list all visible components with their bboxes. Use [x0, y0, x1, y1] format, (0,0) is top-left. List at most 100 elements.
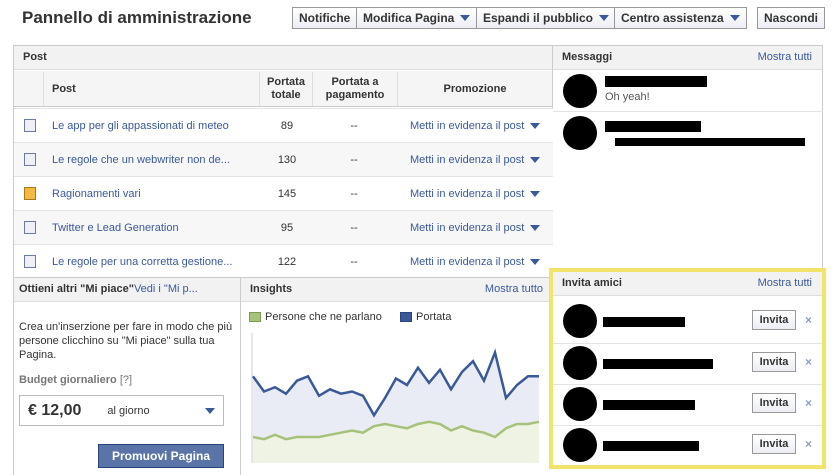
post-reach: 130 [277, 153, 297, 166]
budget-help-link[interactable]: [?] [120, 374, 132, 386]
insights-panel: Insights Mostra tutto Persone che ne par… [240, 277, 553, 475]
message-preview: Oh yeah! [605, 91, 650, 103]
table-row: Le app per gli appassionati di meteo 89 … [14, 108, 554, 142]
table-row: Le regole che un webwriter non de... 130… [14, 142, 554, 176]
post-title-link[interactable]: Le app per gli appassionati di meteo [52, 120, 252, 132]
expand-audience-label: Espandi il pubblico [483, 11, 594, 25]
boost-post-link[interactable]: Metti in evidenza il post [410, 154, 541, 166]
messages-panel: Messaggi Mostra tutti Oh yeah! [553, 45, 823, 277]
redacted-name [603, 359, 713, 369]
post-icon [24, 153, 36, 166]
insights-title: Insights [250, 283, 293, 295]
post-paid-reach: -- [350, 119, 358, 132]
likes-title: Ottieni altri "Mi piace" [19, 283, 134, 295]
redacted-name [605, 76, 707, 87]
table-row: Le regole per una corretta gestione... 1… [14, 244, 554, 278]
likes-panel: Ottieni altri "Mi piace"Vedi i "Mi p... … [13, 277, 240, 475]
chevron-down-icon [530, 156, 541, 163]
post-paid-reach: -- [350, 153, 358, 166]
promotion-column-header: Promozione [443, 82, 507, 95]
notifications-button[interactable]: Notifiche [292, 7, 358, 29]
avatar [563, 116, 597, 150]
hide-button[interactable]: Nascondi [757, 7, 826, 29]
boost-post-link[interactable]: Metti in evidenza il post [410, 256, 541, 268]
close-icon[interactable]: × [805, 437, 812, 451]
post-column-header: Post [44, 72, 260, 106]
chevron-down-icon [530, 122, 541, 129]
post-icon [24, 119, 36, 132]
insights-header: Insights Mostra tutto [241, 278, 553, 302]
edit-page-button[interactable]: Modifica Pagina [356, 7, 478, 29]
boost-post-link[interactable]: Metti in evidenza il post [410, 222, 541, 234]
invite-button[interactable]: Invita [752, 352, 796, 372]
table-row: Twitter e Lead Generation 95 -- Metti in… [14, 210, 554, 244]
boost-post-link[interactable]: Metti in evidenza il post [410, 188, 541, 200]
post-title-link[interactable]: Le regole per una corretta gestione... [52, 256, 252, 268]
redacted-name [603, 317, 685, 327]
help-center-label: Centro assistenza [621, 11, 724, 25]
messages-show-all-link[interactable]: Mostra tutti [758, 51, 812, 63]
messages-title: Messaggi [562, 51, 613, 63]
post-title-link[interactable]: Le regole che un webwriter non de... [52, 154, 252, 166]
budget-select[interactable]: € 12,00 al giorno [19, 395, 224, 426]
close-icon[interactable]: × [805, 396, 812, 410]
paid-reach-column-header: Portata a pagamento [313, 72, 398, 106]
budget-label: Budget giornaliero [?] [19, 374, 133, 386]
hide-label: Nascondi [764, 11, 819, 25]
legend-swatch [400, 312, 412, 322]
close-icon[interactable]: × [805, 355, 812, 369]
edit-page-label: Modifica Pagina [363, 11, 455, 25]
legend-item: Persone che ne parlano [249, 311, 382, 323]
post-icon [24, 221, 36, 234]
post-title-link[interactable]: Twitter e Lead Generation [52, 222, 252, 234]
posts-panel: Post Post Portata totale Portata a pagam… [13, 45, 554, 278]
chevron-down-icon [530, 190, 541, 197]
divider [553, 111, 823, 112]
invite-row: Invita × [553, 384, 822, 424]
chevron-down-icon [530, 224, 541, 231]
invite-panel: Invita amici Mostra tutti Invita × Invita ×… [549, 268, 826, 469]
post-paid-reach: -- [350, 221, 358, 234]
icon-column-header [14, 72, 44, 106]
budget-value: € 12,00 [28, 401, 82, 419]
redacted-name [605, 121, 701, 132]
insights-chart [251, 333, 540, 463]
likes-view-link[interactable]: Vedi i "Mi p... [134, 283, 198, 295]
post-title-link[interactable]: Ragionamenti vari [52, 188, 252, 200]
expand-audience-button[interactable]: Espandi il pubblico [476, 7, 617, 29]
photo-post-icon [24, 187, 36, 200]
post-reach: 89 [280, 119, 294, 132]
insights-show-all-link[interactable]: Mostra tutto [485, 283, 543, 295]
chevron-down-icon [460, 15, 471, 21]
chevron-down-icon [599, 15, 610, 21]
avatar [563, 387, 597, 421]
avatar [563, 74, 597, 108]
post-reach: 95 [280, 221, 294, 234]
post-paid-reach: -- [350, 255, 358, 268]
help-center-button[interactable]: Centro assistenza [614, 7, 747, 29]
post-icon [24, 255, 36, 268]
promote-page-button[interactable]: Promuovi Pagina [98, 444, 224, 468]
invite-header: Invita amici Mostra tutti [553, 272, 822, 296]
invite-show-all-link[interactable]: Mostra tutti [758, 277, 812, 289]
invite-button[interactable]: Invita [752, 393, 796, 413]
legend-label: Persone che ne parlano [265, 311, 382, 323]
invite-title: Invita amici [562, 277, 622, 289]
avatar [563, 346, 597, 380]
redacted-preview [615, 138, 805, 146]
invite-row: Invita × [553, 425, 822, 465]
invite-button[interactable]: Invita [752, 434, 796, 454]
boost-post-link[interactable]: Metti in evidenza il post [410, 120, 541, 132]
likes-description: Crea un'inserzione per fare in modo che … [19, 321, 233, 361]
chevron-down-icon [530, 258, 541, 265]
table-row: Ragionamenti vari 145 -- Metti in eviden… [14, 176, 554, 210]
close-icon[interactable]: × [805, 313, 812, 327]
legend-item: Portata [400, 311, 451, 323]
page-title: Pannello di amministrazione [22, 8, 252, 27]
invite-button[interactable]: Invita [752, 310, 796, 330]
redacted-name [603, 441, 699, 451]
budget-period: al giorno [107, 404, 150, 417]
invite-row: Invita × [553, 302, 822, 342]
posts-section-title: Post [14, 46, 552, 70]
notifications-label: Notifiche [299, 11, 351, 25]
